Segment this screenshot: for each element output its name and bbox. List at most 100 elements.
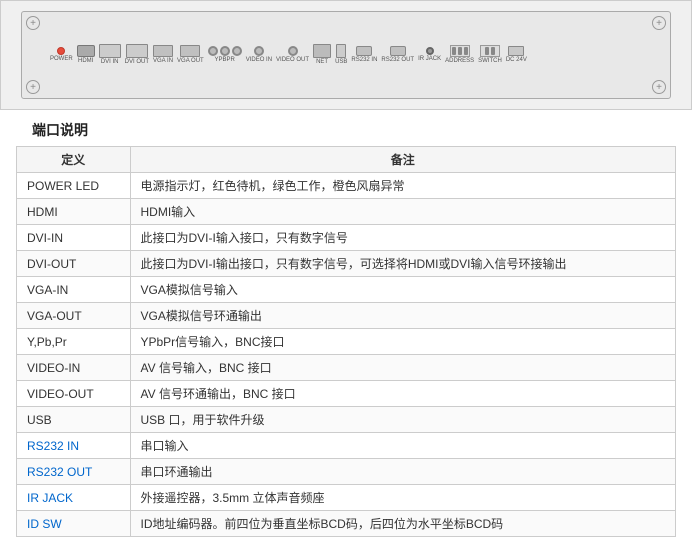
table-row: IR JACK外接遥控器，3.5mm 立体声音频座 [17,485,676,511]
port-desc-cell: 外接遥控器，3.5mm 立体声音频座 [130,485,676,511]
power-led-icon [57,47,65,55]
rj45-icon [313,44,331,58]
power-connector-icon [508,46,524,56]
port-desc-cell: VGA模拟信号环通输出 [130,303,676,329]
rs232out-port-group: RS232 OUT [381,46,414,64]
col2-header: 备注 [130,147,676,173]
rs232-out-icon [390,46,406,56]
power-label: POWER [50,56,73,63]
port-name-cell: VGA-IN [17,277,131,303]
port-name-cell: IR JACK [17,485,131,511]
port-table: 定义 备注 POWER LED电源指示灯，红色待机，绿色工作，橙色风扇异常HDM… [16,146,676,537]
usb-icon [336,44,346,58]
port-name-cell: DVI-IN [17,225,131,251]
port-desc-cell: ID地址编码器。前四位为垂直坐标BCD码，后四位为水平坐标BCD码 [130,511,676,537]
rs232-out-label: RS232 OUT [381,57,414,64]
port-name-cell: VGA-OUT [17,303,131,329]
port-name-cell: RS232 OUT [17,459,131,485]
sw1 [485,47,489,55]
dvi-in-port-group: DVI IN [99,44,121,66]
table-row: DVI-IN此接口为DVI-I输入接口，只有数字信号 [17,225,676,251]
address-port-group: ADDRESS [445,45,474,65]
hdmi-label: HDMI [78,58,93,65]
port-name-cell: RS232 IN [17,433,131,459]
rs232-in-icon [356,46,372,56]
ypbpr-bnc2 [220,46,230,56]
table-row: HDMIHDMI输入 [17,199,676,225]
ypbpr-port-group: YPBPR [208,46,242,64]
port-desc-cell: HDMI输入 [130,199,676,225]
switch-dip-icon [480,45,500,57]
ypbpr-bnc1 [208,46,218,56]
col1-header: 定义 [17,147,131,173]
video-out-bnc [288,46,298,56]
video-out-port-group: VIDEO OUT [276,46,309,64]
section-title: 端口说明 [16,110,104,147]
port-desc-cell: 电源指示灯，红色待机，绿色工作，橙色风扇异常 [130,173,676,199]
power-connector-label: DC 24V [506,57,527,64]
table-row: USBUSB 口，用于软件升级 [17,407,676,433]
dvi-in-icon [99,44,121,58]
dip3 [464,47,468,55]
video-in-port-group: VIDEO IN [246,46,272,64]
port-desc-cell: YPbPr信号输入，BNC接口 [130,329,676,355]
switch-label: SWITCH [478,58,502,65]
hdmi-port-group: HDMI [77,45,95,65]
video-in-bnc [254,46,264,56]
sw2 [491,47,495,55]
usb-label: USB [335,59,347,66]
ypbpr-label: YPBPR [215,57,235,64]
hardware-diagram: POWER HDMI DVI IN DVI OUT VGA IN [0,0,692,110]
rj45-label: NET [316,59,328,66]
vga-out-label: VGA OUT [177,58,204,65]
rj45-port-group: NET [313,44,331,66]
port-name-cell: USB [17,407,131,433]
table-row: DVI-OUT此接口为DVI-I输出接口，只有数字信号，可选择将HDMI或DVI… [17,251,676,277]
port-name-cell: Y,Pb,Pr [17,329,131,355]
port-name-cell: HDMI [17,199,131,225]
port-desc-cell: 串口环通输出 [130,459,676,485]
table-header-row: 定义 备注 [17,147,676,173]
power-connector-group: DC 24V [506,46,527,64]
ir-jack-icon [426,47,434,55]
address-dip-icon [450,45,470,57]
port-name-cell: VIDEO-OUT [17,381,131,407]
dvi-out-icon [126,44,148,58]
port-name-cell: DVI-OUT [17,251,131,277]
ports-row: POWER HDMI DVI IN DVI OUT VGA IN [22,12,670,98]
video-out-label: VIDEO OUT [276,57,309,64]
port-desc-cell: VGA模拟信号输入 [130,277,676,303]
vga-out-icon [180,45,200,57]
table-row: VIDEO-INAV 信号输入，BNC 接口 [17,355,676,381]
video-in-label: VIDEO IN [246,57,272,64]
port-name-cell: POWER LED [17,173,131,199]
panel-drawing: POWER HDMI DVI IN DVI OUT VGA IN [21,11,671,99]
table-row: RS232 IN串口输入 [17,433,676,459]
port-desc-cell: AV 信号环通输出，BNC 接口 [130,381,676,407]
vga-in-port-group: VGA IN [153,45,173,65]
section-header: 端口说明 [0,110,692,146]
table-row: POWER LED电源指示灯，红色待机，绿色工作，橙色风扇异常 [17,173,676,199]
port-desc-cell: 此接口为DVI-I输出接口，只有数字信号，可选择将HDMI或DVI输入信号环接输… [130,251,676,277]
table-row: RS232 OUT串口环通输出 [17,459,676,485]
dip2 [458,47,462,55]
vga-out-port-group: VGA OUT [177,45,204,65]
dvi-out-port-group: DVI OUT [125,44,149,66]
table-row: ID SWID地址编码器。前四位为垂直坐标BCD码，后四位为水平坐标BCD码 [17,511,676,537]
ypbpr-bnc3 [232,46,242,56]
rs232in-port-group: RS232 IN [351,46,377,64]
vga-in-label: VGA IN [153,58,173,65]
port-name-cell: ID SW [17,511,131,537]
address-label: ADDRESS [445,58,474,65]
ir-jack-label: IR JACK [418,56,441,63]
usb-port-group: USB [335,44,347,66]
port-desc-cell: AV 信号输入，BNC 接口 [130,355,676,381]
dvi-in-label: DVI IN [101,59,119,66]
port-name-cell: VIDEO-IN [17,355,131,381]
vga-in-icon [153,45,173,57]
dip1 [452,47,456,55]
dvi-out-label: DVI OUT [125,59,149,66]
port-desc-cell: 串口输入 [130,433,676,459]
table-row: VGA-INVGA模拟信号输入 [17,277,676,303]
rs232-in-label: RS232 IN [351,57,377,64]
